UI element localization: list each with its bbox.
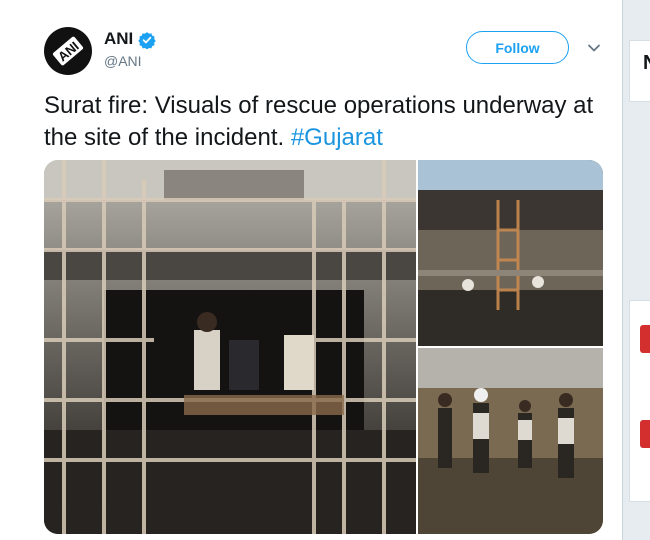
- chevron-down-icon[interactable]: [586, 40, 602, 56]
- adjacent-column: [623, 0, 650, 540]
- tweet-text: Surat fire: Visuals of rescue operations…: [44, 90, 609, 154]
- follow-button[interactable]: Follow: [466, 31, 569, 64]
- adjacent-red-tab: [640, 420, 650, 448]
- author-handle[interactable]: @ANI: [104, 53, 142, 69]
- adjacent-letter: N: [643, 52, 650, 75]
- photo-rescue-crowd[interactable]: [418, 348, 603, 534]
- photo-building-facade[interactable]: [418, 160, 603, 346]
- adjacent-red-tab: [640, 325, 650, 353]
- photo-building-scaffolding[interactable]: [44, 160, 416, 534]
- ani-logo-icon: ANI: [52, 36, 84, 66]
- hashtag-link[interactable]: #Gujarat: [291, 124, 383, 151]
- verified-badge-icon: [138, 32, 156, 49]
- avatar[interactable]: ANI: [44, 27, 92, 75]
- media-grid: [44, 160, 603, 534]
- author-name[interactable]: ANI: [104, 29, 133, 49]
- tweet-card: ANI ANI @ANI Follow Surat fire: Visuals …: [0, 0, 623, 540]
